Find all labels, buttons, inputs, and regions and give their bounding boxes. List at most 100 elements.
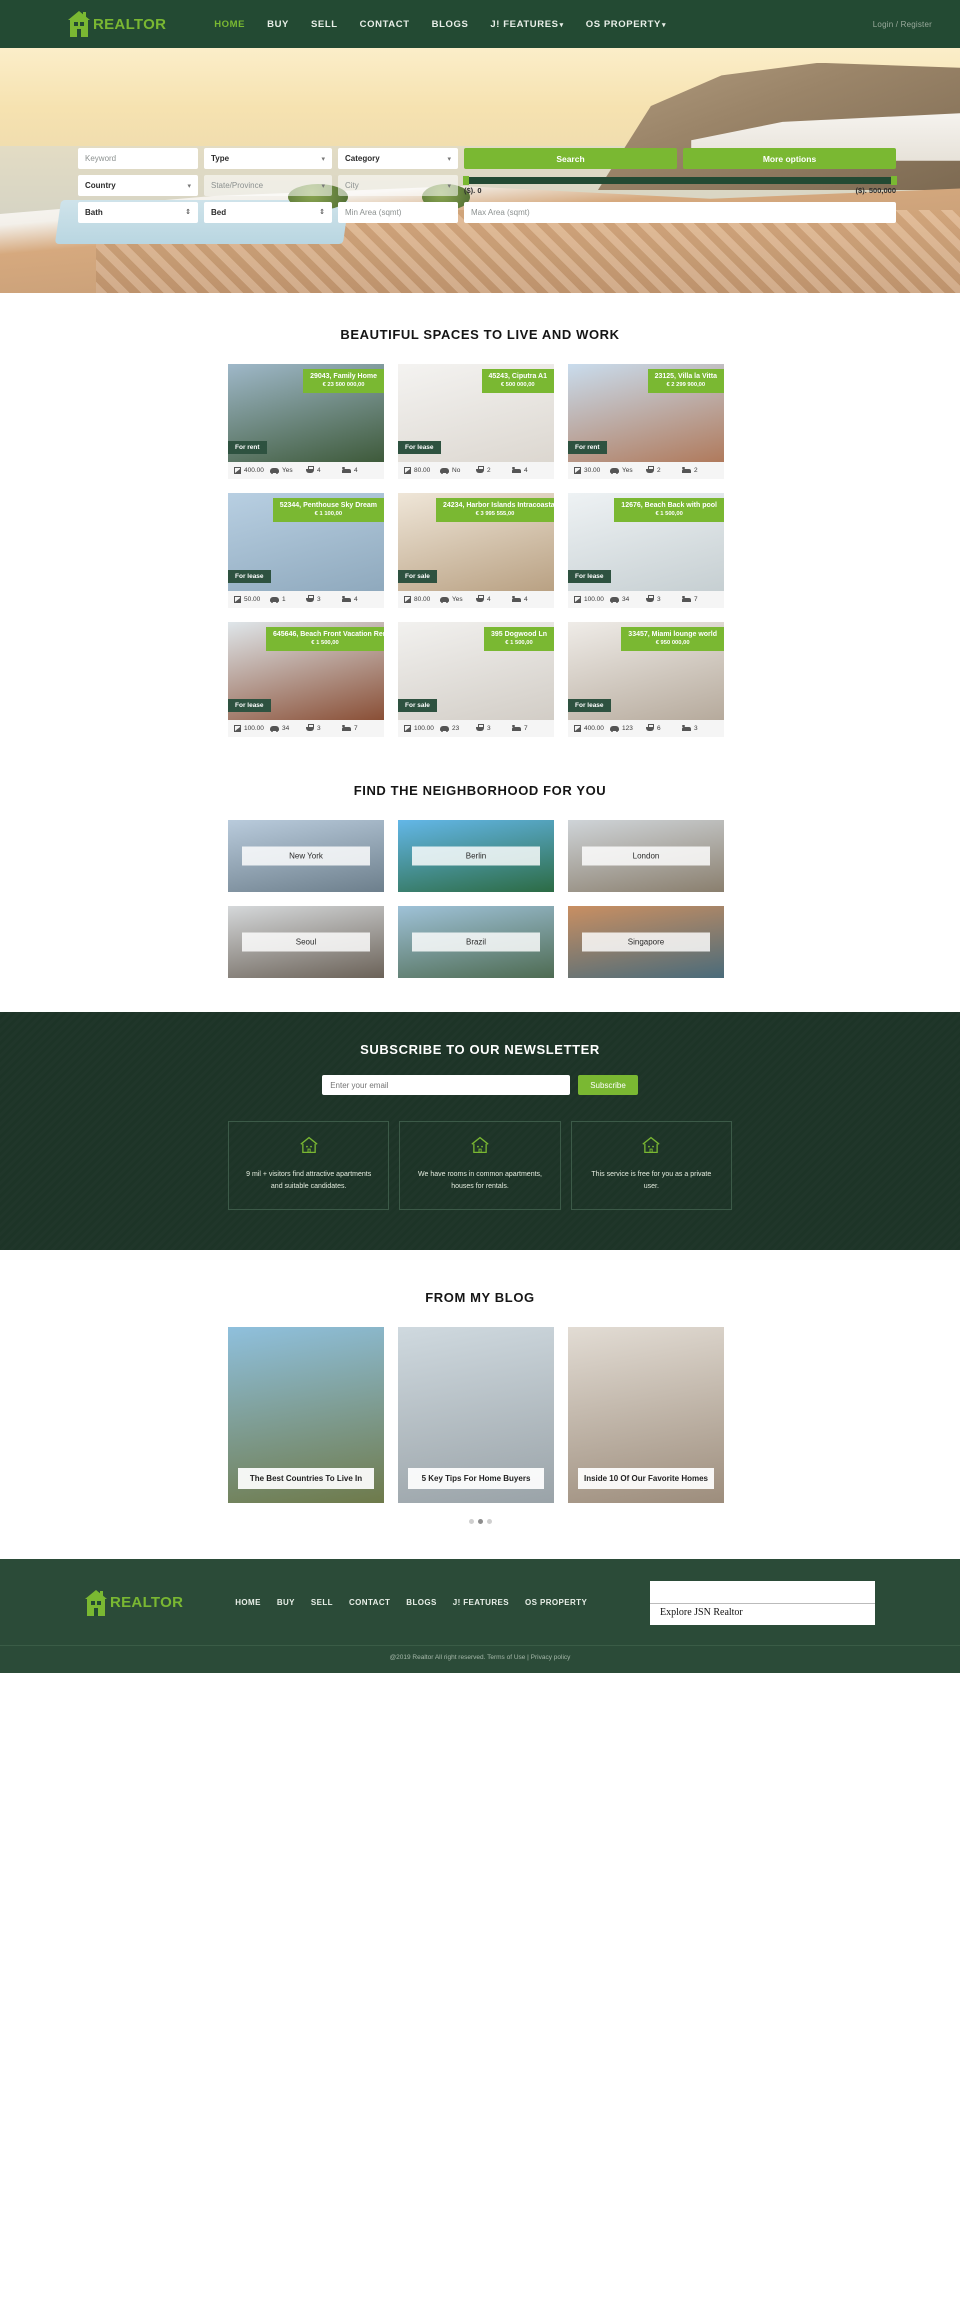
newsletter-subscribe-button[interactable]: Subscribe bbox=[578, 1075, 638, 1095]
nav-item-os-property[interactable]: OS PROPERTY▾ bbox=[586, 19, 666, 30]
nav-item-j-features[interactable]: J! FEATURES▾ bbox=[490, 19, 563, 30]
status-badge: For lease bbox=[568, 570, 611, 583]
search-button[interactable]: Search bbox=[464, 148, 677, 169]
status-badge: For lease bbox=[398, 441, 441, 454]
property-image[interactable]: 24234, Harbor Islands Intracoastal Water… bbox=[398, 493, 554, 591]
blog-card[interactable]: Inside 10 Of Our Favorite Homes bbox=[568, 1326, 724, 1503]
bed-icon bbox=[682, 724, 691, 731]
footer-nav-item[interactable]: SELL bbox=[311, 1598, 333, 1607]
search-max-area-input[interactable]: Max Area (sqmt) bbox=[464, 202, 896, 223]
search-category-select[interactable]: Category ▾ bbox=[338, 148, 458, 169]
footer-explore-panel[interactable]: Explore JSN Realtor bbox=[650, 1580, 875, 1625]
area-icon bbox=[404, 596, 411, 603]
footer-nav-item[interactable]: HOME bbox=[235, 1598, 261, 1607]
property-image[interactable]: 52344, Penthouse Sky Dream € 1 100,00 For … bbox=[228, 493, 384, 591]
bed-icon bbox=[342, 724, 351, 731]
area-icon bbox=[574, 467, 581, 474]
neighborhood-name: New York bbox=[242, 846, 370, 866]
property-price: € 3 995 555,00 bbox=[475, 511, 515, 518]
neighborhood-card[interactable]: New York bbox=[228, 820, 384, 892]
search-city-select[interactable]: City ▾ bbox=[338, 175, 458, 196]
property-image[interactable]: 33457, Miami lounge world € 950 000,00 For… bbox=[568, 622, 724, 720]
house-outline-icon bbox=[641, 1136, 661, 1159]
newsletter-email-input[interactable] bbox=[322, 1075, 571, 1095]
area-icon bbox=[574, 596, 581, 603]
properties-section-title: BEAUTIFUL SPACES TO LIVE AND WORK bbox=[340, 327, 620, 342]
neighborhood-card[interactable]: Berlin bbox=[398, 820, 554, 892]
property-card[interactable]: 395 Dogwood Ln € 1 500,00 For sale 100.00 23… bbox=[398, 622, 554, 737]
property-card[interactable]: 645646, Beach Front Vacation Rental € 1 5… bbox=[228, 622, 384, 737]
neighborhood-card[interactable]: London bbox=[568, 820, 724, 892]
search-type-select[interactable]: Type ▾ bbox=[204, 148, 332, 169]
property-image[interactable]: 395 Dogwood Ln € 1 500,00 For sale bbox=[398, 622, 554, 720]
property-image[interactable]: 29043, Family Home € 23 500 000,00 For ren… bbox=[228, 364, 384, 462]
property-card[interactable]: 33457, Miami lounge world € 950 000,00 For… bbox=[568, 622, 724, 737]
neighborhood-card[interactable]: Seoul bbox=[228, 906, 384, 978]
stepper-icon: ⇕ bbox=[185, 208, 191, 216]
property-image[interactable]: 23125, Villa la Vitta € 2 299 900,00 For r… bbox=[568, 364, 724, 462]
carousel-dot[interactable] bbox=[477, 1518, 483, 1524]
feature-text: 9 mil + visitors find attractive apartme… bbox=[246, 1171, 372, 1190]
carousel-dot[interactable] bbox=[468, 1518, 474, 1524]
neighborhood-card[interactable]: Brazil bbox=[398, 906, 554, 978]
stat-garage: Yes bbox=[610, 467, 646, 474]
search-state-select[interactable]: State/Province ▾ bbox=[204, 175, 332, 196]
price-slider-handle-min[interactable] bbox=[463, 176, 469, 185]
status-badge: For sale bbox=[398, 699, 437, 712]
login-register-link[interactable]: Login / Register bbox=[873, 20, 932, 29]
property-badge: 45243, Ciputra A1 € 500 000,00 bbox=[481, 369, 554, 394]
more-options-button[interactable]: More options bbox=[683, 148, 896, 169]
property-title: 52344, Penthouse Sky Dream bbox=[279, 502, 377, 509]
status-badge: For rent bbox=[228, 441, 267, 454]
footer-nav-item[interactable]: CONTACT bbox=[349, 1598, 390, 1607]
search-min-area-input[interactable]: Min Area (sqmt) bbox=[338, 202, 458, 223]
search-bed-stepper[interactable]: Bed ⇕ bbox=[204, 202, 332, 223]
bed-icon bbox=[512, 595, 521, 602]
property-card[interactable]: 45243, Ciputra A1 € 500 000,00 For lease 80… bbox=[398, 364, 554, 479]
footer-nav-item[interactable]: OS PROPERTY bbox=[525, 1598, 587, 1607]
nav-item-home[interactable]: HOME bbox=[214, 19, 245, 30]
bed-icon bbox=[342, 466, 351, 473]
property-card[interactable]: 12676, Beach Back with pool € 1 500,00 For… bbox=[568, 493, 724, 608]
property-stats: 400.00 123 6 3 bbox=[568, 720, 724, 737]
search-country-select[interactable]: Country ▾ bbox=[78, 175, 198, 196]
stat-bed: 4 bbox=[342, 595, 378, 603]
footer-brand-logo[interactable]: REALTOR bbox=[85, 1589, 183, 1616]
blog-title: 5 Key Tips For Home Buyers bbox=[408, 1467, 544, 1489]
footer-nav-item[interactable]: BLOGS bbox=[406, 1598, 436, 1607]
nav-item-buy[interactable]: BUY bbox=[267, 19, 289, 30]
chevron-down-icon: ▾ bbox=[661, 21, 667, 29]
nav-item-blogs[interactable]: BLOGS bbox=[432, 19, 469, 30]
property-image[interactable]: 12676, Beach Back with pool € 1 500,00 For… bbox=[568, 493, 724, 591]
search-keyword-input[interactable]: Keyword bbox=[78, 148, 198, 169]
property-card[interactable]: 23125, Villa la Vitta € 2 299 900,00 For r… bbox=[568, 364, 724, 479]
neighborhood-section-title: FIND THE NEIGHBORHOOD FOR YOU bbox=[353, 783, 607, 798]
price-range-slider[interactable]: ($). 0 ($). 500,000 bbox=[463, 175, 897, 196]
footer-nav-item[interactable]: BUY bbox=[277, 1598, 295, 1607]
property-image[interactable]: 645646, Beach Front Vacation Rental € 1 5… bbox=[228, 622, 384, 720]
stat-area: 100.00 bbox=[234, 725, 270, 732]
footer-nav-item[interactable]: J! FEATURES bbox=[453, 1598, 509, 1607]
car-icon bbox=[440, 468, 449, 474]
blog-card[interactable]: The Best Countries To Live In bbox=[228, 1326, 384, 1503]
nav-item-contact[interactable]: CONTACT bbox=[360, 19, 410, 30]
property-card[interactable]: 29043, Family Home € 23 500 000,00 For ren… bbox=[228, 364, 384, 479]
carousel-dot[interactable] bbox=[486, 1518, 492, 1524]
nav-item-sell[interactable]: SELL bbox=[311, 19, 338, 30]
price-slider-handle-max[interactable] bbox=[891, 176, 897, 185]
property-title: 29043, Family Home bbox=[310, 373, 377, 380]
stat-bed: 3 bbox=[682, 724, 718, 732]
blog-card[interactable]: 5 Key Tips For Home Buyers bbox=[398, 1326, 554, 1503]
property-card[interactable]: 24234, Harbor Islands Intracoastal Water… bbox=[398, 493, 554, 608]
neighborhood-card[interactable]: Singapore bbox=[568, 906, 724, 978]
brand-logo[interactable]: REALTOR bbox=[68, 11, 166, 37]
property-card[interactable]: 52344, Penthouse Sky Dream € 1 100,00 For … bbox=[228, 493, 384, 608]
chevron-down-icon: ▾ bbox=[559, 21, 564, 29]
property-image[interactable]: 45243, Ciputra A1 € 500 000,00 For lease bbox=[398, 364, 554, 462]
search-bath-stepper[interactable]: Bath ⇕ bbox=[78, 202, 198, 223]
property-search-panel: Keyword Type ▾ Category ▾ Search More op… bbox=[78, 148, 897, 223]
price-slider-track[interactable] bbox=[463, 176, 897, 185]
bath-icon bbox=[646, 465, 654, 473]
property-price: € 23 500 000,00 bbox=[322, 382, 365, 389]
blog-carousel-dots[interactable] bbox=[0, 1511, 960, 1529]
